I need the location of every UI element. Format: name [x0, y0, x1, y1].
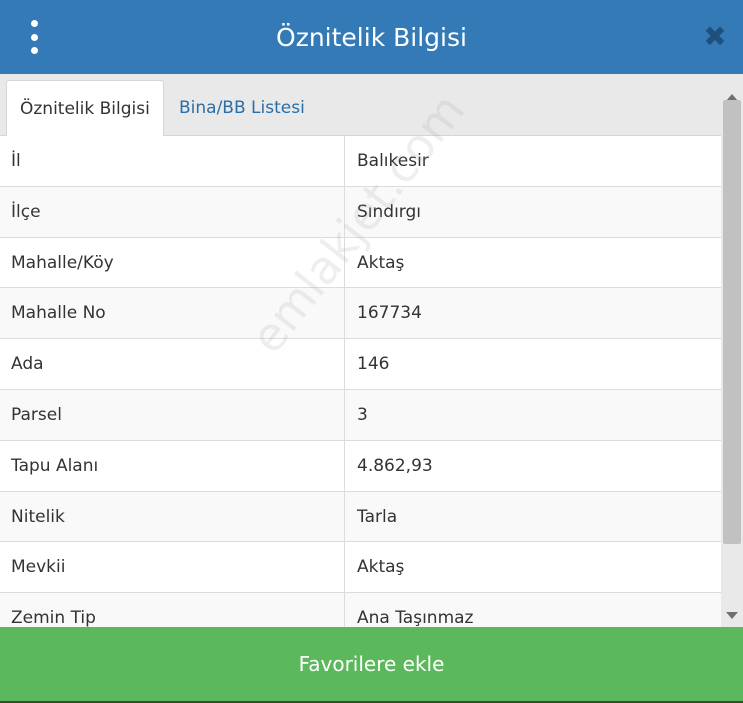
attribute-table: İl Balıkesir İlçe Sındırgı Mahalle/Köy A… — [0, 136, 721, 627]
scroll-down-arrow-icon[interactable] — [726, 612, 738, 619]
attribute-value: 167734 — [357, 303, 422, 324]
table-row: İlçe Sındırgı — [0, 186, 721, 238]
attribute-value: Aktaş — [357, 557, 405, 578]
tab-bar: Öznitelik Bilgisi Bina/BB Listesi — [0, 74, 722, 137]
attribute-value: Tarla — [357, 506, 398, 527]
table-row: İl Balıkesir — [0, 136, 721, 187]
close-icon[interactable]: ✖ — [699, 20, 731, 54]
attribute-key: Mahalle/Köy — [0, 237, 345, 288]
attribute-value: Aktaş — [357, 252, 405, 273]
scrollbar-thumb[interactable] — [723, 100, 741, 544]
dialog-body: Öznitelik Bilgisi Bina/BB Listesi İl Bal… — [0, 74, 743, 627]
add-to-favorites-button[interactable]: Favorilere ekle — [0, 627, 743, 701]
attribute-value: Balıkesir — [357, 151, 429, 171]
attribute-key: Ada — [0, 339, 345, 389]
table-row: Parsel 3 — [0, 389, 721, 441]
table-row: Mevkii Aktaş — [0, 542, 721, 594]
table-row: Zemin Tip Ana Taşınmaz — [0, 593, 721, 627]
attribute-key: Zemin Tip — [0, 593, 345, 627]
table-row: Tapu Alanı 4.862,93 — [0, 440, 721, 492]
dialog-header: Öznitelik Bilgisi ✖ — [0, 0, 743, 74]
attribute-value: 4.862,93 — [357, 455, 433, 476]
tab-building-list[interactable]: Bina/BB Listesi — [166, 80, 318, 137]
attribute-key: İl — [0, 136, 345, 186]
attribute-key: Tapu Alanı — [0, 440, 345, 491]
attribute-value: 3 — [357, 404, 368, 425]
table-row: Ada 146 — [0, 339, 721, 390]
dialog-title: Öznitelik Bilgisi — [276, 23, 467, 52]
attribute-value: Sındırgı — [357, 201, 422, 222]
attribute-key: Parsel — [0, 389, 345, 440]
attribute-value: 146 — [357, 354, 390, 375]
attribute-value: Ana Taşınmaz — [357, 608, 474, 627]
table-row: Mahalle/Köy Aktaş — [0, 237, 721, 289]
attribute-key: İlçe — [0, 186, 345, 237]
table-row: Nitelik Tarla — [0, 491, 721, 543]
tab-attribute-info[interactable]: Öznitelik Bilgisi — [6, 80, 164, 137]
vertical-scrollbar[interactable] — [721, 94, 743, 627]
attribute-key: Mevkii — [0, 542, 345, 593]
table-row: Mahalle No 167734 — [0, 288, 721, 340]
attribute-key: Nitelik — [0, 491, 345, 542]
attribute-key: Mahalle No — [0, 288, 345, 339]
